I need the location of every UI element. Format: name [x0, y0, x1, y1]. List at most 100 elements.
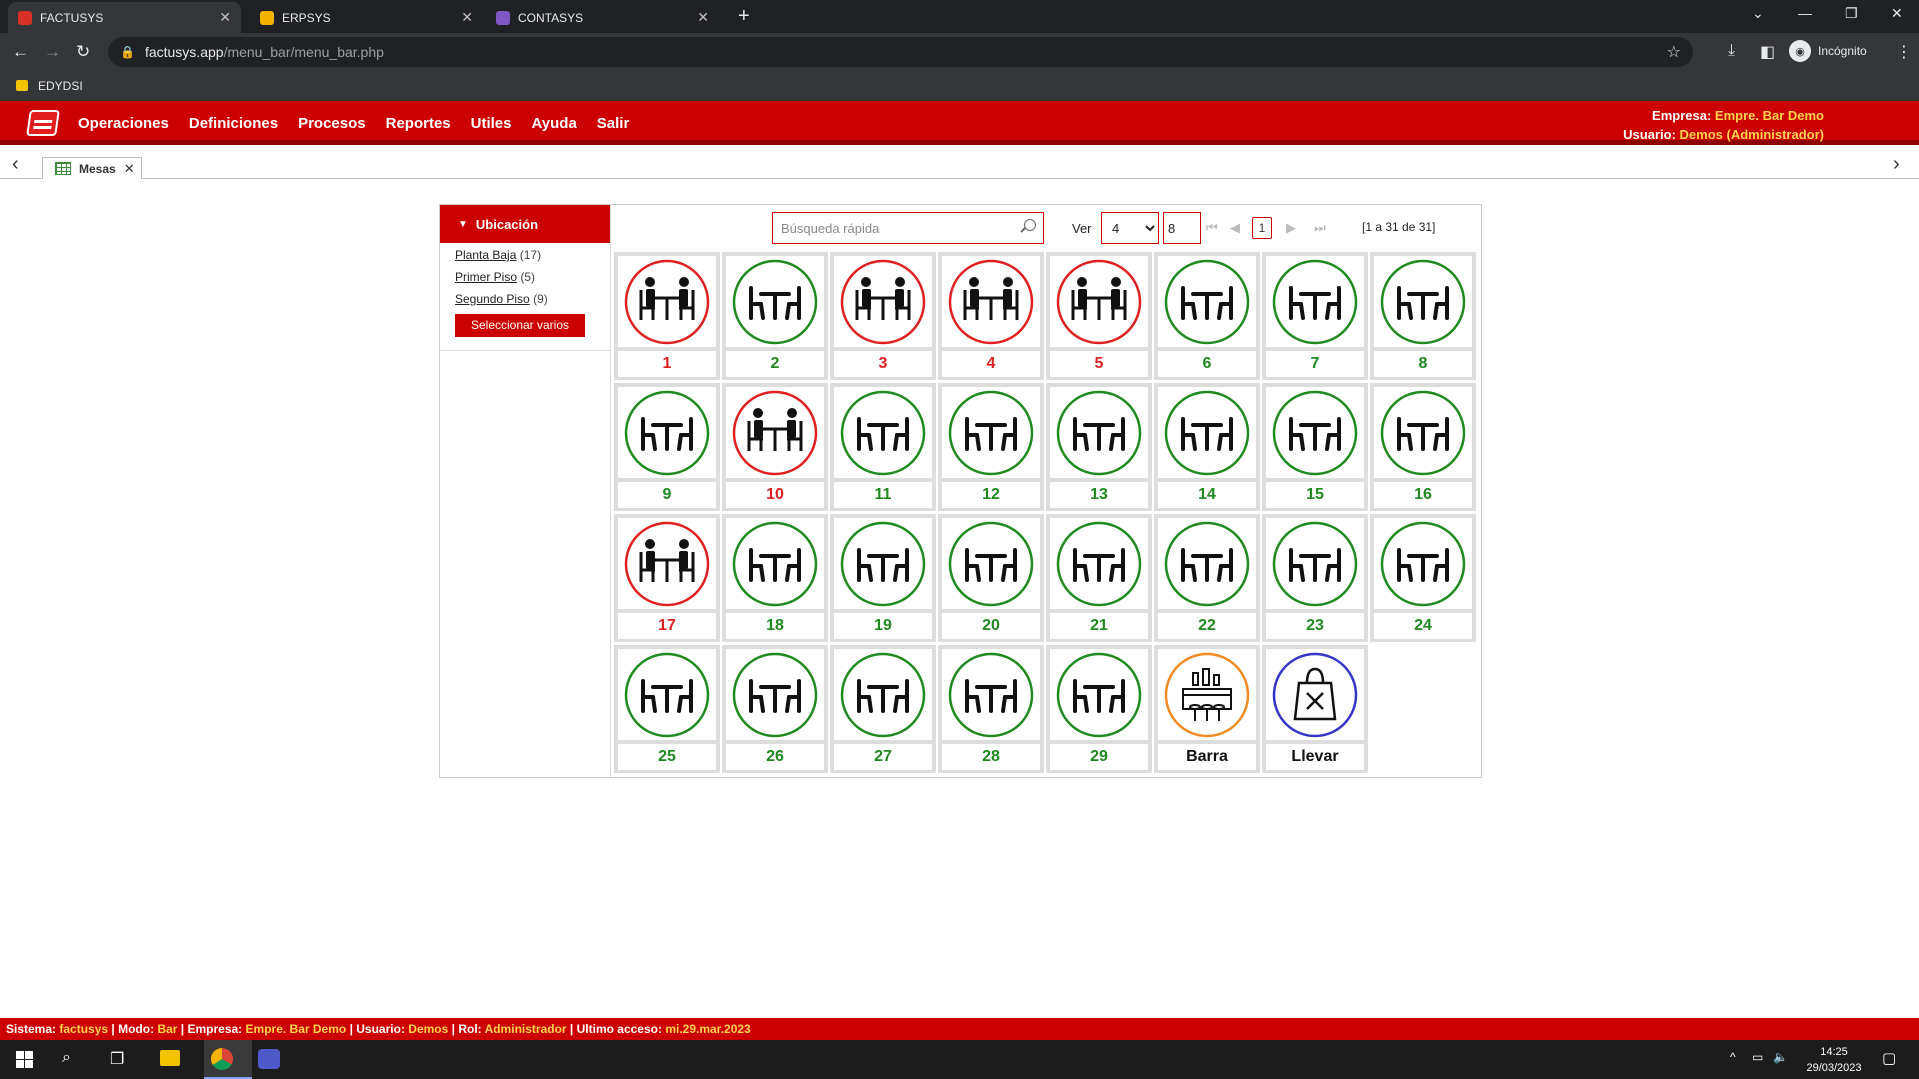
location-primer-piso: Primer Piso (5) [455, 270, 536, 284]
table-23[interactable]: 23 [1262, 514, 1368, 642]
table-21[interactable]: 21 [1046, 514, 1152, 642]
table-8[interactable]: 8 [1370, 252, 1476, 380]
volume-icon[interactable]: 🔈 [1773, 1050, 1788, 1064]
browser-tab-factusys[interactable]: FACTUSYS ✕ [8, 2, 241, 33]
menu-definiciones[interactable]: Definiciones [189, 115, 278, 132]
network-icon[interactable]: ▭ [1752, 1050, 1763, 1064]
table-22[interactable]: 22 [1154, 514, 1260, 642]
table-9[interactable]: 9 [614, 383, 720, 511]
location-header[interactable]: ▼ Ubicación [440, 205, 610, 243]
ver-count-input[interactable] [1163, 212, 1201, 244]
table-barra[interactable]: Barra [1154, 645, 1260, 773]
ver-select[interactable]: 4 [1101, 212, 1159, 244]
side-panel-icon[interactable]: ◧ [1760, 42, 1775, 62]
search-icon[interactable] [1024, 219, 1036, 231]
table-1[interactable]: 1 [614, 252, 720, 380]
menu-salir[interactable]: Salir [597, 115, 630, 132]
table-28[interactable]: 28 [938, 645, 1044, 773]
table-2[interactable]: 2 [722, 252, 828, 380]
tab-mesas[interactable]: Mesas ✕ [42, 157, 142, 179]
menu-ayuda[interactable]: Ayuda [532, 115, 577, 132]
address-bar[interactable]: 🔒 factusys.app/menu_bar/menu_bar.php ☆ [108, 37, 1693, 67]
table-11[interactable]: 11 [830, 383, 936, 511]
restore-icon[interactable]: ❐ [1845, 5, 1858, 22]
taskbar-clock[interactable]: 14:25 29/03/2023 [1796, 1044, 1872, 1076]
table-label: 21 [1050, 613, 1148, 639]
table-25[interactable]: 25 [614, 645, 720, 773]
bookmark-star-icon[interactable]: ☆ [1667, 42, 1681, 62]
first-page-icon[interactable]: ⏮ [1206, 220, 1218, 236]
table-18[interactable]: 18 [722, 514, 828, 642]
occupied-table-icon [1056, 259, 1142, 345]
table-image [1158, 256, 1256, 347]
table-image [1158, 387, 1256, 478]
table-16[interactable]: 16 [1370, 383, 1476, 511]
file-explorer-icon[interactable] [160, 1050, 180, 1066]
tabs-right-chevron-icon[interactable]: › [1893, 153, 1900, 176]
window-close-icon[interactable]: ✕ [1891, 5, 1903, 22]
table-label: 22 [1158, 613, 1256, 639]
teams-icon[interactable] [258, 1049, 280, 1069]
page-number[interactable]: 1 [1252, 217, 1272, 239]
notifications-icon[interactable]: ▢ [1882, 1049, 1896, 1067]
menu-procesos[interactable]: Procesos [298, 115, 366, 132]
browser-toolbar: ← → ↻ 🔒 factusys.app/menu_bar/menu_bar.p… [0, 33, 1919, 71]
table-image [1374, 387, 1472, 478]
quick-search-input[interactable] [772, 212, 1044, 244]
table-label: 4 [942, 351, 1040, 377]
menu-reportes[interactable]: Reportes [386, 115, 451, 132]
close-icon[interactable]: ✕ [697, 9, 709, 26]
table-27[interactable]: 27 [830, 645, 936, 773]
menu-operaciones[interactable]: Operaciones [78, 115, 169, 132]
table-3[interactable]: 3 [830, 252, 936, 380]
forward-arrow-icon[interactable]: → [44, 42, 61, 62]
tray-chevron-icon[interactable]: ^ [1730, 1050, 1736, 1064]
table-14[interactable]: 14 [1154, 383, 1260, 511]
table-llevar[interactable]: Llevar [1262, 645, 1368, 773]
table-image [1050, 256, 1148, 347]
table-24[interactable]: 24 [1370, 514, 1476, 642]
menu-utiles[interactable]: Utiles [471, 115, 512, 132]
table-10[interactable]: 10 [722, 383, 828, 511]
incognito-profile[interactable]: ◉ Incógnito [1789, 40, 1867, 62]
more-menu-icon[interactable]: ⋮ [1896, 42, 1912, 62]
table-20[interactable]: 20 [938, 514, 1044, 642]
last-page-icon[interactable]: ⏭ [1314, 220, 1326, 236]
table-label: 1 [618, 351, 716, 377]
table-19[interactable]: 19 [830, 514, 936, 642]
prev-page-icon[interactable]: ◀ [1230, 220, 1240, 236]
tab-search-chevron-icon[interactable]: ⌄ [1752, 5, 1764, 22]
back-arrow-icon[interactable]: ← [12, 42, 29, 62]
next-page-icon[interactable]: ▶ [1286, 220, 1296, 236]
search-icon[interactable]: ⌕ [62, 1049, 71, 1067]
free-table-icon [1272, 259, 1358, 345]
close-icon[interactable]: ✕ [461, 9, 473, 26]
table-7[interactable]: 7 [1262, 252, 1368, 380]
tabs-left-chevron-icon[interactable]: ‹ [12, 153, 19, 176]
table-15[interactable]: 15 [1262, 383, 1368, 511]
table-image [618, 387, 716, 478]
table-4[interactable]: 4 [938, 252, 1044, 380]
table-17[interactable]: 17 [614, 514, 720, 642]
select-multiple-button[interactable]: Seleccionar varios [455, 314, 585, 337]
new-tab-plus-icon[interactable]: + [738, 5, 750, 28]
browser-tab-erpsys[interactable]: ERPSYS ✕ [250, 2, 483, 33]
minimize-icon[interactable]: — [1798, 5, 1812, 21]
reload-icon[interactable]: ↻ [76, 42, 90, 62]
tables-panel: ▼ Ubicación Planta Baja (17) Primer Piso… [439, 204, 1482, 778]
table-12[interactable]: 12 [938, 383, 1044, 511]
table-6[interactable]: 6 [1154, 252, 1260, 380]
close-icon[interactable]: ✕ [219, 9, 231, 26]
windows-start-icon[interactable] [16, 1051, 33, 1068]
table-26[interactable]: 26 [722, 645, 828, 773]
close-tab-icon[interactable]: ✕ [124, 161, 135, 177]
browser-tab-contasys[interactable]: CONTASYS ✕ [486, 2, 719, 33]
table-13[interactable]: 13 [1046, 383, 1152, 511]
usuario-value: Demos (Administrador) [1679, 127, 1824, 142]
factusys-logo-icon[interactable] [26, 110, 60, 136]
table-5[interactable]: 5 [1046, 252, 1152, 380]
task-view-icon[interactable]: ❐ [110, 1049, 124, 1069]
bookmark-edydsi[interactable]: EDYDSI [38, 79, 83, 93]
download-icon[interactable]: ⤓ [1728, 42, 1735, 60]
table-29[interactable]: 29 [1046, 645, 1152, 773]
